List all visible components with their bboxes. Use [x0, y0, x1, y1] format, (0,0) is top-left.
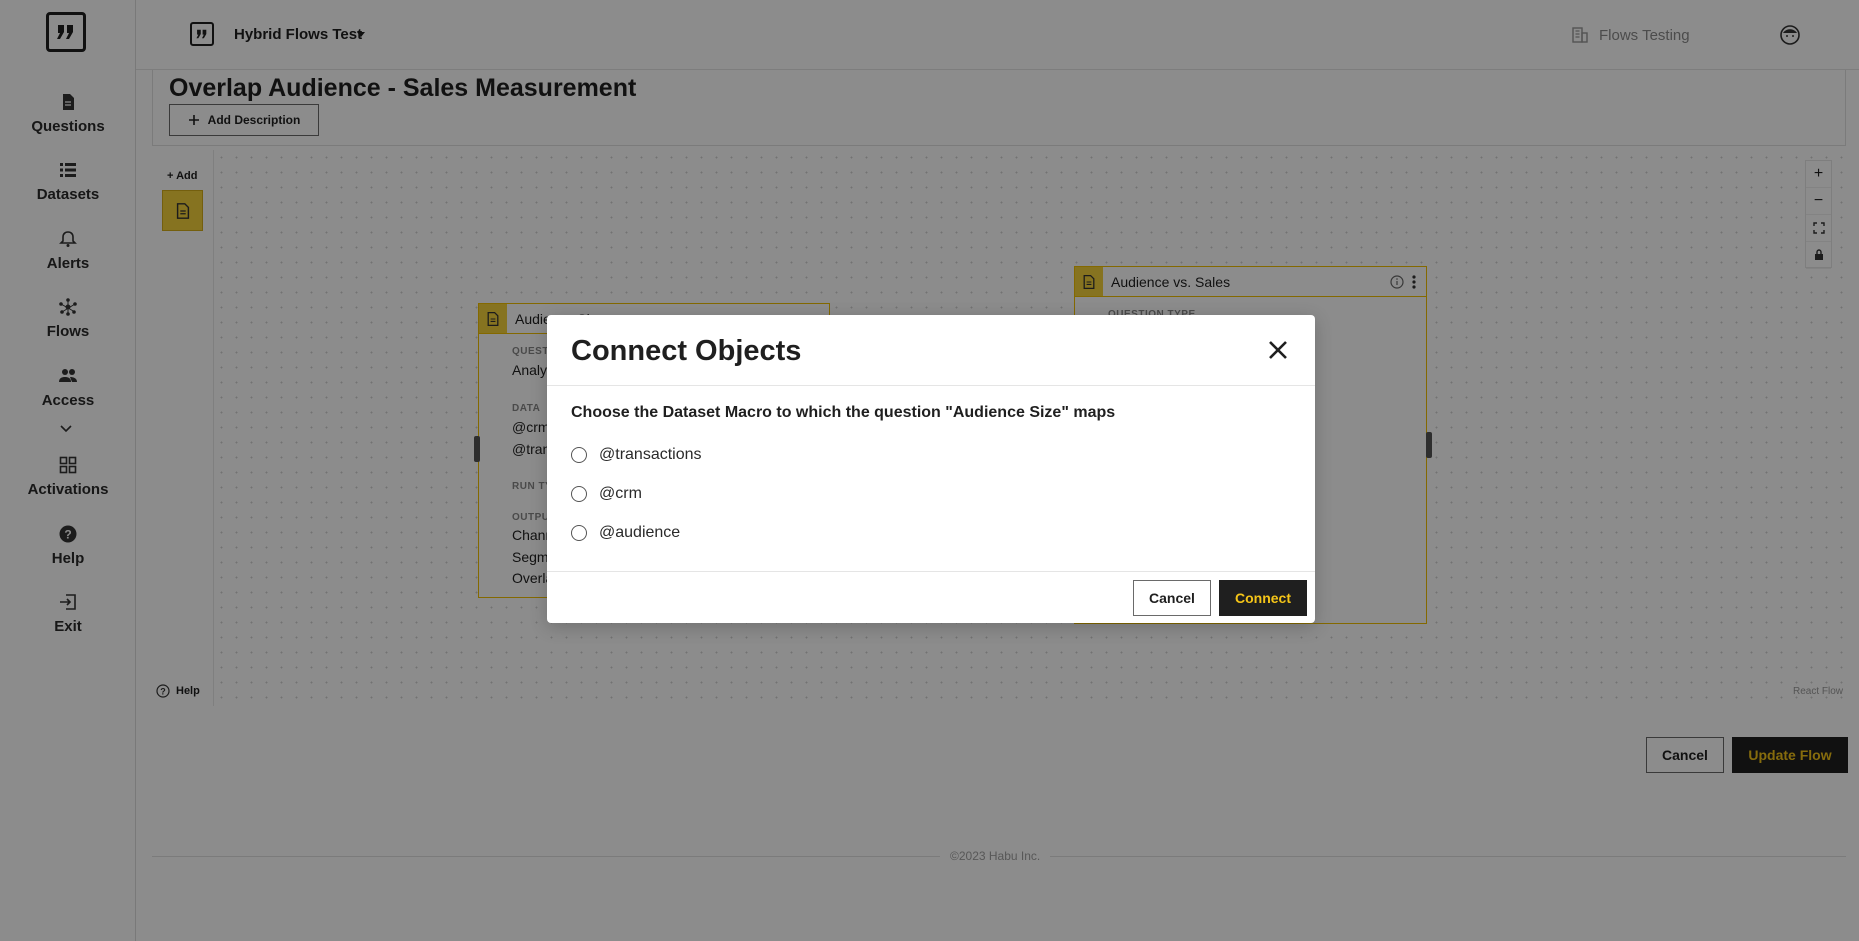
connect-objects-dialog: Connect Objects Choose the Dataset Macro… [547, 315, 1315, 623]
option-label: @audience [599, 524, 681, 541]
macro-option-transactions[interactable]: @transactions [571, 446, 702, 464]
radio-button[interactable] [571, 447, 587, 463]
dialog-connect-button[interactable]: Connect [1219, 580, 1307, 616]
dialog-cancel-button[interactable]: Cancel [1133, 580, 1211, 616]
option-label: @transactions [599, 446, 702, 463]
macro-option-audience[interactable]: @audience [571, 524, 680, 542]
dialog-question: Choose the Dataset Macro to which the qu… [571, 404, 1116, 421]
radio-button[interactable] [571, 486, 587, 502]
option-label: @crm [599, 485, 642, 502]
macro-option-crm[interactable]: @crm [571, 485, 642, 503]
dialog-title: Connect Objects [571, 335, 802, 367]
radio-button[interactable] [571, 525, 587, 541]
close-icon[interactable] [1265, 337, 1291, 363]
